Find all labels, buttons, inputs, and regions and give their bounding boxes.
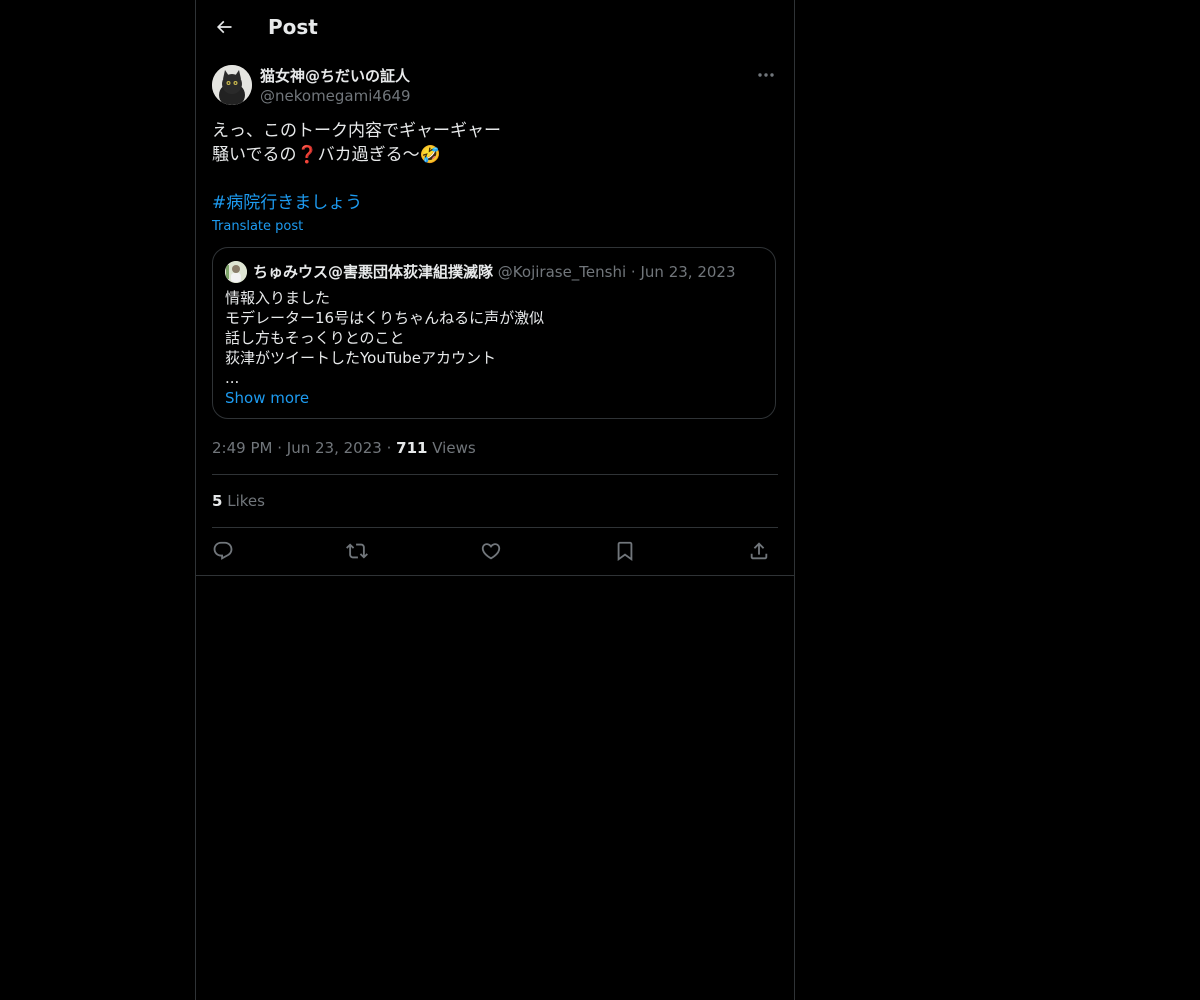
bookmark-icon [614, 540, 636, 562]
translate-post-link[interactable]: Translate post [212, 218, 303, 236]
likes-count: 5 [212, 492, 223, 510]
share-icon [748, 540, 770, 562]
views-count: 711 [396, 439, 428, 457]
like-button[interactable] [476, 536, 506, 566]
reply-button[interactable] [208, 536, 238, 566]
post-date[interactable]: Jun 23, 2023 [287, 439, 382, 457]
author-avatar[interactable] [212, 65, 252, 105]
post-text: えっ、このトーク内容でギャーギャー 騒いでるの❓バカ過ぎる〜🤣 [212, 121, 501, 165]
quote-header: ちゅみウス@害悪団体荻津組撲滅隊 @Kojirase_Tenshi · Jun … [253, 262, 736, 282]
share-button[interactable] [744, 536, 774, 566]
post-bottom-border [196, 575, 794, 576]
likes-label: Likes [227, 492, 265, 510]
more-options-button[interactable] [754, 65, 778, 85]
divider [212, 474, 778, 475]
post-time[interactable]: 2:49 PM [212, 439, 272, 457]
reply-icon [212, 540, 234, 562]
quote-author-name: ちゅみウス@害悪団体荻津組撲滅隊 [253, 263, 494, 281]
page-title: Post [268, 15, 318, 39]
post-header: Post [196, 0, 794, 54]
quote-author-handle: @Kojirase_Tenshi [497, 263, 627, 281]
author-name[interactable]: 猫女神@ちだいの証人 [260, 66, 410, 86]
back-button[interactable] [208, 11, 240, 43]
quote-separator: · [630, 263, 636, 281]
show-more-link[interactable]: Show more [225, 388, 309, 408]
ellipsis-icon [757, 72, 775, 78]
likes-stat[interactable]: 5 Likes [212, 491, 265, 511]
quote-text: 情報入りました モデレーター16号はくりちゃんねるに声が激似 話し方もそっくりと… [225, 288, 765, 388]
meta-separator: · [277, 439, 283, 457]
views-label: Views [432, 439, 476, 457]
author-handle[interactable]: @nekomegami4649 [260, 86, 411, 106]
post-meta: 2:49 PM · Jun 23, 2023 · 711 Views [212, 438, 476, 458]
arrow-left-icon [214, 17, 234, 37]
meta-separator: · [386, 439, 392, 457]
quote-author-avatar [225, 261, 247, 283]
heart-icon [480, 540, 502, 562]
hashtag-link[interactable]: #病院行きましょう [212, 191, 362, 215]
repost-icon [346, 540, 368, 562]
repost-button[interactable] [342, 536, 372, 566]
quote-line: モデレーター16号はくりちゃんねるに声が激似 [225, 309, 545, 327]
post-column: Post 猫女神@ちだいの証人 @nekomegami4649 えっ、このトーク… [195, 0, 795, 1000]
quote-date: Jun 23, 2023 [640, 263, 736, 281]
quote-line: 情報入りました [225, 289, 331, 307]
divider [212, 527, 778, 528]
quote-line: ... [225, 369, 240, 387]
post-actions [212, 536, 778, 566]
quote-line: 荻津がツイートしたYouTubeアカウント [225, 349, 496, 367]
quote-line: 話し方もそっくりとのこと [225, 329, 405, 347]
post-author: 猫女神@ちだいの証人 @nekomegami4649 [212, 65, 778, 105]
bookmark-button[interactable] [610, 536, 640, 566]
quoted-post[interactable]: ちゅみウス@害悪団体荻津組撲滅隊 @Kojirase_Tenshi · Jun … [212, 247, 776, 419]
